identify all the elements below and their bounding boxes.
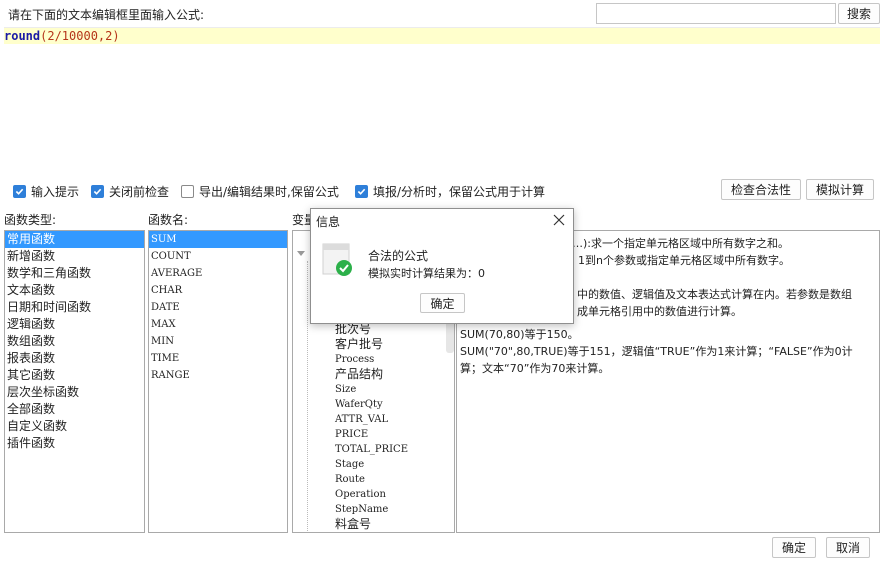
fill-keep-formula-checkbox[interactable]: 填报/分析时，保留公式用于计算 bbox=[355, 183, 545, 200]
export-keep-formula-label: 导出/编辑结果时,保留公式 bbox=[199, 185, 339, 199]
export-keep-formula-checkbox[interactable]: 导出/编辑结果时,保留公式 bbox=[181, 183, 339, 200]
input-hint-checkbox[interactable]: 输入提示 bbox=[13, 183, 79, 200]
function-type-item[interactable]: 插件函数 bbox=[5, 435, 144, 452]
function-name-item[interactable]: AVERAGE bbox=[149, 265, 287, 282]
function-names-list[interactable]: SUM COUNT AVERAGE CHAR DATE MAX MIN TIME RANGE bbox=[148, 230, 288, 533]
variable-item[interactable]: 料盒号 bbox=[333, 517, 408, 532]
function-type-item[interactable]: 常用函数 bbox=[5, 231, 144, 248]
description-example: SUM("70",80,TRUE)等于151，逻辑值“TRUE”作为1来计算；“… bbox=[460, 345, 853, 358]
function-name-item[interactable]: COUNT bbox=[149, 248, 287, 265]
variable-item[interactable]: Route bbox=[333, 472, 408, 487]
variable-item[interactable]: Process bbox=[333, 352, 408, 367]
ok-button[interactable]: 确定 bbox=[772, 537, 816, 558]
formula-arguments: (2/10000,2) bbox=[40, 29, 120, 43]
function-names-label: 函数名: bbox=[148, 213, 189, 227]
function-type-item[interactable]: 数学和三角函数 bbox=[5, 265, 144, 282]
formula-current-line: round(2/10000,2) bbox=[4, 28, 880, 44]
info-dialog: 信息 合法的公式 模拟实时计算结果为：0 确定 bbox=[310, 208, 574, 324]
description-example: SUM(70,80)等于150。 bbox=[460, 328, 579, 341]
cancel-button[interactable]: 取消 bbox=[826, 537, 870, 558]
dialog-message: 合法的公式 bbox=[368, 249, 429, 263]
formula-function: round bbox=[4, 29, 41, 43]
check-before-close-label: 关闭前检查 bbox=[109, 185, 170, 199]
function-type-item[interactable]: 新增函数 bbox=[5, 248, 144, 265]
variable-item[interactable]: 批次号 bbox=[333, 322, 408, 337]
function-type-item[interactable]: 层次坐标函数 bbox=[5, 384, 144, 401]
variable-item[interactable]: ATTR_VAL bbox=[333, 412, 408, 427]
function-type-item[interactable]: 文本函数 bbox=[5, 282, 144, 299]
dialog-title: 信息 bbox=[316, 215, 341, 229]
function-name-item[interactable]: TIME bbox=[149, 350, 287, 367]
function-name-item[interactable]: MIN bbox=[149, 333, 287, 350]
function-type-item[interactable]: 日期和时间函数 bbox=[5, 299, 144, 316]
function-types-label: 函数类型: bbox=[4, 213, 57, 227]
checkbox-checked-icon bbox=[91, 185, 104, 198]
variable-item[interactable]: PRICE bbox=[333, 427, 408, 442]
function-type-item[interactable]: 报表函数 bbox=[5, 350, 144, 367]
variable-item[interactable]: Size bbox=[333, 382, 408, 397]
close-icon[interactable] bbox=[551, 212, 567, 228]
check-validity-button[interactable]: 检查合法性 bbox=[721, 179, 801, 200]
variable-item[interactable]: 产品结构 bbox=[333, 367, 408, 382]
dialog-body: 合法的公式 模拟实时计算结果为：0 确定 bbox=[311, 231, 573, 323]
search-button[interactable]: 搜索 bbox=[838, 3, 880, 24]
function-type-item[interactable]: 逻辑函数 bbox=[5, 316, 144, 333]
formula-editor[interactable]: round(2/10000,2) bbox=[4, 27, 880, 175]
formula-prompt: 请在下面的文本编辑框里面输入公式: bbox=[8, 8, 205, 22]
expand-triangle-icon[interactable] bbox=[297, 251, 305, 256]
variable-item[interactable]: WaferQty bbox=[333, 397, 408, 412]
function-name-item[interactable]: RANGE bbox=[149, 367, 287, 384]
simulate-calc-button[interactable]: 模拟计算 bbox=[806, 179, 874, 200]
dialog-ok-button[interactable]: 确定 bbox=[420, 293, 465, 313]
checkbox-checked-icon bbox=[355, 185, 368, 198]
function-types-list[interactable]: 常用函数 新增函数 数学和三角函数 文本函数 日期和时间函数 逻辑函数 数组函数 报表函数 其它… bbox=[4, 230, 145, 533]
variable-item[interactable]: 客户批号 bbox=[333, 337, 408, 352]
checkbox-unchecked-icon bbox=[181, 185, 194, 198]
function-type-item[interactable]: 全部函数 bbox=[5, 401, 144, 418]
fill-keep-formula-label: 填报/分析时，保留公式用于计算 bbox=[373, 185, 546, 199]
check-before-close-checkbox[interactable]: 关闭前检查 bbox=[91, 183, 169, 200]
function-type-item[interactable]: 自定义函数 bbox=[5, 418, 144, 435]
function-name-item[interactable]: DATE bbox=[149, 299, 287, 316]
input-hint-label: 输入提示 bbox=[31, 185, 80, 199]
function-name-item[interactable]: CHAR bbox=[149, 282, 287, 299]
search-input[interactable] bbox=[596, 3, 836, 24]
variable-item[interactable]: Stage bbox=[333, 457, 408, 472]
variable-item[interactable]: StepName bbox=[333, 502, 408, 517]
function-name-item[interactable]: SUM bbox=[149, 231, 287, 248]
checkbox-checked-icon bbox=[13, 185, 26, 198]
function-name-item[interactable]: MAX bbox=[149, 316, 287, 333]
dialog-result: 模拟实时计算结果为：0 bbox=[368, 267, 485, 280]
variable-item[interactable]: Operation bbox=[333, 487, 408, 502]
valid-formula-icon bbox=[322, 243, 354, 277]
variable-item[interactable]: TOTAL_PRICE bbox=[333, 442, 408, 457]
description-example: 算；文本“70”作为70来计算。 bbox=[460, 362, 610, 375]
function-type-item[interactable]: 其它函数 bbox=[5, 367, 144, 384]
function-type-item[interactable]: 数组函数 bbox=[5, 333, 144, 350]
tree-guide-line bbox=[307, 261, 308, 531]
